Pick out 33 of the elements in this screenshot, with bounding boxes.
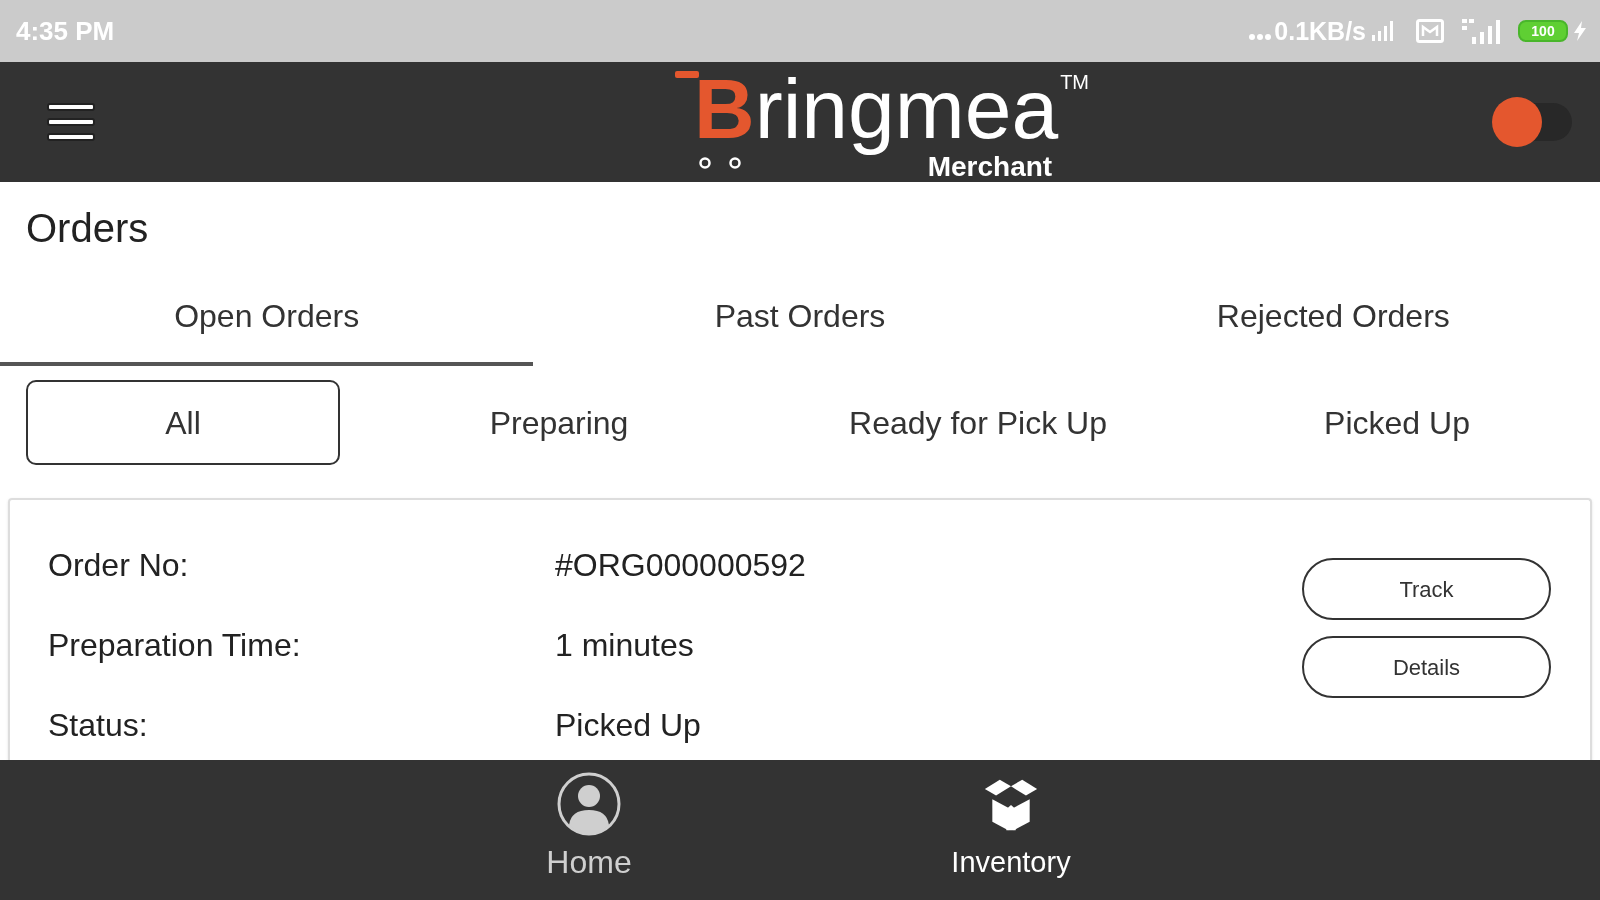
message-icon (1416, 19, 1444, 43)
field-value: Picked Up (555, 706, 701, 745)
filter-chip[interactable]: Ready for Pick Up (778, 380, 1178, 465)
field-label: Preparation Time: (48, 626, 302, 665)
field-label: Order No: (48, 546, 190, 585)
nav-label: Inventory (951, 845, 1071, 880)
action-button[interactable]: Track (1302, 558, 1551, 620)
user-circle-icon (557, 772, 621, 836)
filter-chip[interactable]: All (26, 380, 340, 465)
cart-wheels-icon (698, 157, 744, 169)
filter-chip[interactable]: Preparing (359, 380, 759, 465)
field-value: #ORG000000592 (555, 546, 806, 585)
action-button[interactable]: Details (1302, 636, 1551, 698)
cart-handle-icon (675, 71, 699, 78)
tab[interactable]: Past Orders (533, 270, 1067, 366)
battery-indicator: 100 (1518, 20, 1568, 42)
logo-text: Bringmea (694, 62, 1059, 156)
trademark-mark: TM (1060, 72, 1090, 92)
nav-item[interactable]: Inventory (800, 760, 1222, 900)
filter-chip[interactable]: Picked Up (1197, 380, 1597, 465)
page-title: Orders (25, 205, 150, 252)
nav-label: Home (546, 844, 632, 880)
notification-dots-icon (1249, 34, 1272, 40)
logo-subtitle: Merchant (927, 156, 1053, 178)
tab[interactable]: Open Orders (0, 270, 534, 366)
field-label: Status: (48, 706, 149, 745)
signal-icon (1372, 21, 1394, 41)
nav-item[interactable]: Home (378, 760, 800, 900)
charging-bolt-icon (1574, 21, 1586, 41)
menu-button[interactable] (47, 103, 95, 141)
field-value: 1 minutes (555, 626, 694, 665)
tab[interactable]: Rejected Orders (1066, 270, 1600, 366)
toggle-switch[interactable] (1492, 97, 1572, 147)
